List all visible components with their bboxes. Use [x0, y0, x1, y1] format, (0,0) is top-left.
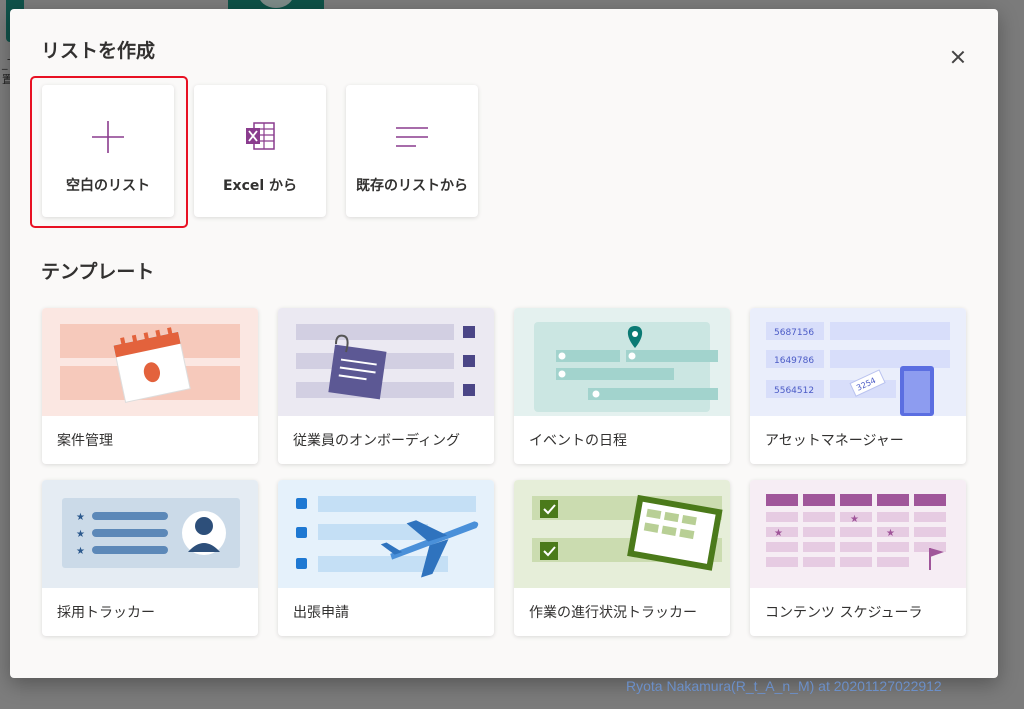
svg-text:★: ★: [76, 529, 85, 540]
template-label: イベントの日程: [529, 433, 627, 449]
template-card-travel-requests[interactable]: 出張申請: [278, 480, 494, 636]
asset-number: 5687156: [774, 328, 814, 338]
svg-text:★: ★: [76, 512, 85, 523]
watermark: Ryota Nakamura(R_t_A_n_M) at 20201127022…: [626, 678, 942, 694]
template-label: 出張申請: [293, 605, 349, 621]
template-card-content-scheduler[interactable]: ★ ★ ★ コンテンツ スケジューラ: [750, 480, 966, 636]
asset-number: 1649786: [774, 356, 814, 366]
template-label: 従業員のオンボーディング: [293, 433, 461, 449]
blank-list-button[interactable]: 空白のリスト: [42, 85, 174, 217]
issue-tracker-illustration: [42, 308, 258, 416]
work-progress-illustration: [514, 480, 730, 588]
template-label: アセットマネージャー: [765, 433, 904, 449]
recruitment-tracker-illustration: ★ ★ ★: [42, 480, 258, 588]
template-card-asset-manager[interactable]: 5687156 1649786 5564512 3254 アセットマネージャー: [750, 308, 966, 464]
svg-text:★: ★: [850, 514, 859, 525]
create-list-dialog: リストを作成 空白のリスト Excel から 既存のリストから テンプレート 案…: [10, 9, 998, 678]
svg-text:★: ★: [774, 528, 783, 539]
dialog-title: リストを作成: [41, 40, 156, 62]
template-label: コンテンツ スケジューラ: [765, 605, 923, 621]
template-card-work-progress-tracker[interactable]: 作業の進行状況トラッカー: [514, 480, 730, 636]
content-scheduler-illustration: ★ ★ ★: [750, 480, 966, 588]
plus-icon: [92, 121, 124, 153]
asset-number: 5564512: [774, 386, 814, 396]
from-excel-label: Excel から: [222, 178, 298, 194]
template-card-recruitment-tracker[interactable]: ★ ★ ★ 採用トラッカー: [42, 480, 258, 636]
template-label: 案件管理: [57, 433, 113, 449]
from-existing-list-label: 既存のリストから: [356, 178, 468, 194]
from-excel-button[interactable]: Excel から: [194, 85, 326, 217]
asset-manager-illustration: 5687156 1649786 5564512 3254: [750, 308, 966, 416]
blank-list-label: 空白のリスト: [66, 178, 150, 194]
template-label: 採用トラッカー: [57, 605, 155, 621]
employee-onboarding-illustration: [278, 308, 494, 416]
event-itinerary-illustration: [514, 308, 730, 416]
close-icon[interactable]: [948, 47, 968, 67]
list-lines-icon: [396, 127, 428, 147]
template-label: 作業の進行状況トラッカー: [529, 605, 697, 621]
templates-heading: テンプレート: [41, 261, 155, 283]
template-card-issue-tracker[interactable]: 案件管理: [42, 308, 258, 464]
template-card-event-itinerary[interactable]: イベントの日程: [514, 308, 730, 464]
from-existing-list-button[interactable]: 既存のリストから: [346, 85, 478, 217]
svg-text:★: ★: [886, 528, 895, 539]
excel-icon: [246, 122, 275, 150]
svg-text:★: ★: [76, 546, 85, 557]
template-card-employee-onboarding[interactable]: 従業員のオンボーディング: [278, 308, 494, 464]
travel-requests-illustration: [278, 480, 494, 588]
